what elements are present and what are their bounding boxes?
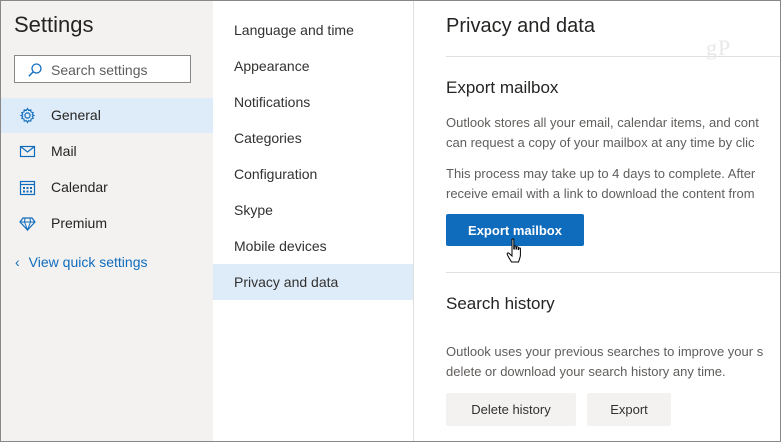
subnav-item-language[interactable]: Language and time — [213, 12, 413, 48]
privacy-content: Privacy and data Export mailbox Outlook … — [414, 0, 781, 442]
view-quick-settings-link[interactable]: ‹ View quick settings — [15, 254, 147, 270]
subnav-item-privacy[interactable]: Privacy and data — [213, 264, 413, 300]
search-history-description-line: delete or download your search history a… — [446, 364, 726, 379]
nav-item-label: General — [51, 107, 101, 123]
search-history-description-line: Outlook uses your previous searches to i… — [446, 344, 764, 359]
subnav-item-mobile-devices[interactable]: Mobile devices — [213, 228, 413, 264]
calendar-icon — [19, 180, 36, 196]
gear-icon — [19, 107, 36, 124]
subnav-item-configuration[interactable]: Configuration — [213, 156, 413, 192]
nav-item-premium[interactable]: Premium — [0, 206, 213, 241]
delete-history-button[interactable]: Delete history — [446, 393, 576, 426]
export-duration-line: This process may take up to 4 days to co… — [446, 166, 756, 181]
nav-item-label: Mail — [51, 143, 77, 159]
page-title: Privacy and data — [446, 15, 595, 37]
export-mailbox-heading: Export mailbox — [446, 78, 559, 97]
search-settings-input[interactable]: Search settings — [14, 55, 191, 83]
settings-sidebar: Settings Search settings General Mail Ca… — [0, 0, 213, 442]
subnav-item-label: Mobile devices — [234, 238, 327, 254]
settings-title: Settings — [14, 12, 94, 37]
nav-item-general[interactable]: General — [0, 98, 213, 133]
hand-pointer-cursor-icon — [506, 238, 521, 263]
subnav-item-appearance[interactable]: Appearance — [213, 48, 413, 84]
subnav-item-label: Language and time — [234, 22, 354, 38]
subnav-item-label: Categories — [234, 130, 302, 146]
subnav-item-notifications[interactable]: Notifications — [213, 84, 413, 120]
export-duration-line: receive email with a link to download th… — [446, 186, 755, 201]
export-description-line: can request a copy of your mailbox at an… — [446, 135, 755, 150]
diamond-icon — [19, 217, 36, 232]
nav-item-mail[interactable]: Mail — [0, 134, 213, 169]
subnav-item-skype[interactable]: Skype — [213, 192, 413, 228]
export-search-history-button[interactable]: Export — [587, 393, 671, 426]
nav-item-label: Premium — [51, 215, 108, 231]
watermark-logo: gP — [706, 35, 732, 60]
search-icon — [28, 63, 42, 77]
settings-subnav: Language and time Appearance Notificatio… — [213, 0, 414, 442]
quick-settings-label: View quick settings — [28, 254, 148, 270]
subnav-item-categories[interactable]: Categories — [213, 120, 413, 156]
subnav-item-label: Privacy and data — [234, 274, 339, 290]
subnav-item-label: Notifications — [234, 94, 311, 110]
chevron-left-icon: ‹ — [15, 254, 20, 270]
search-history-heading: Search history — [446, 294, 555, 313]
divider — [446, 272, 781, 273]
subnav-item-label: Skype — [234, 202, 273, 218]
mail-icon — [19, 145, 36, 158]
export-description-line: Outlook stores all your email, calendar … — [446, 115, 759, 130]
search-placeholder: Search settings — [51, 62, 148, 78]
subnav-item-label: Configuration — [234, 166, 318, 182]
subnav-item-label: Appearance — [234, 58, 310, 74]
nav-item-label: Calendar — [51, 179, 108, 195]
nav-item-calendar[interactable]: Calendar — [0, 170, 213, 205]
